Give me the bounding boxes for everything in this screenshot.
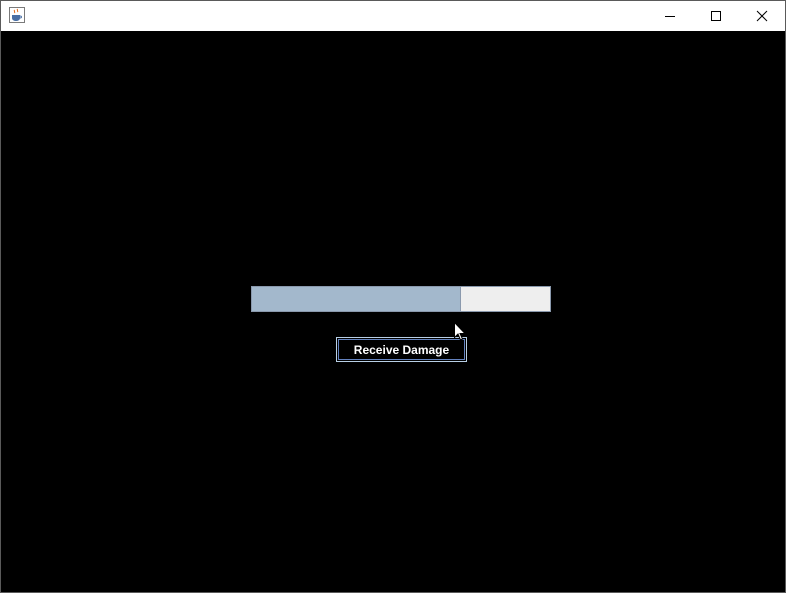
maximize-button[interactable] — [693, 1, 739, 31]
maximize-icon — [711, 11, 721, 21]
app-window: Receive Damage — [0, 0, 786, 593]
close-button[interactable] — [739, 1, 785, 31]
close-icon — [756, 10, 768, 22]
health-progress-bar — [251, 286, 551, 312]
java-coffee-cup-icon — [9, 7, 25, 23]
minimize-button[interactable] — [647, 1, 693, 31]
health-progress-fill — [252, 287, 461, 311]
receive-damage-button[interactable]: Receive Damage — [336, 337, 467, 362]
game-panel: Receive Damage — [1, 31, 785, 592]
minimize-icon — [665, 16, 675, 17]
title-bar[interactable] — [1, 1, 785, 31]
